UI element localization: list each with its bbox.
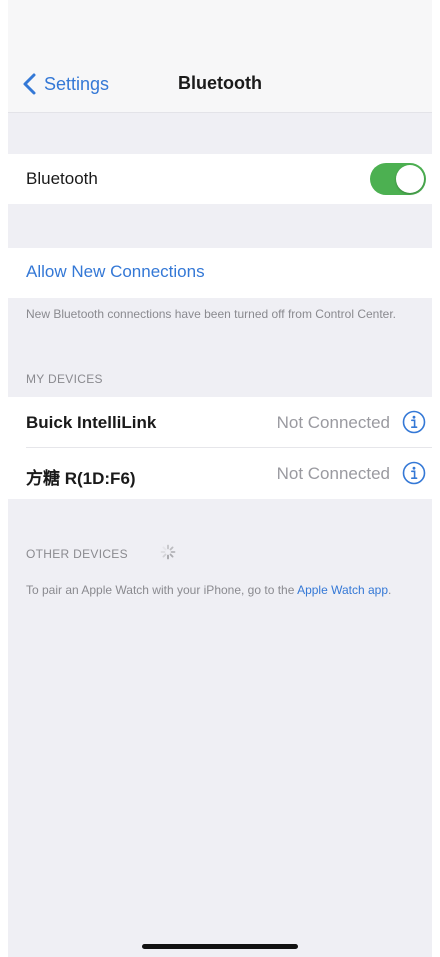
device-name: Buick IntelliLink [26, 413, 157, 432]
connections-footer-note: New Bluetooth connections have been turn… [26, 307, 397, 321]
device-row[interactable]: 方糖 R(1D:F6) Not Connected [8, 448, 432, 499]
other-devices-header: OTHER DEVICES [26, 547, 128, 561]
my-devices-header: MY DEVICES [26, 372, 103, 386]
bluetooth-settings-screen: Settings Bluetooth Bluetooth Allow New C… [8, 0, 432, 957]
activity-spinner-icon [160, 544, 176, 560]
device-row[interactable]: Buick IntelliLink Not Connected [8, 397, 432, 448]
page-title: Bluetooth [178, 73, 262, 93]
info-circle-icon[interactable] [402, 410, 426, 434]
apple-watch-footer-text: To pair an Apple Watch with your iPhone,… [26, 583, 298, 597]
bluetooth-toggle-switch[interactable] [370, 163, 426, 195]
device-status: Not Connected [276, 464, 390, 483]
bluetooth-toggle-label: Bluetooth [26, 169, 98, 188]
device-status: Not Connected [276, 413, 390, 432]
info-circle-icon[interactable] [402, 461, 426, 485]
apple-watch-app-link[interactable]: Apple Watch app [297, 583, 388, 597]
device-name: 方糖 R(1D:F6) [26, 469, 136, 488]
allow-new-connections-button[interactable]: Allow New Connections [26, 262, 205, 282]
allow-new-connections-row[interactable]: Allow New Connections [8, 248, 432, 298]
status-bar [8, 0, 432, 56]
apple-watch-footer-suffix: . [388, 583, 392, 597]
bluetooth-toggle-row: Bluetooth [8, 154, 432, 204]
navigation-bar: Settings Bluetooth [8, 56, 432, 113]
home-indicator[interactable] [142, 944, 298, 949]
apple-watch-footer-note: To pair an Apple Watch with your iPhone,… [26, 582, 418, 599]
toggle-knob [396, 165, 424, 193]
